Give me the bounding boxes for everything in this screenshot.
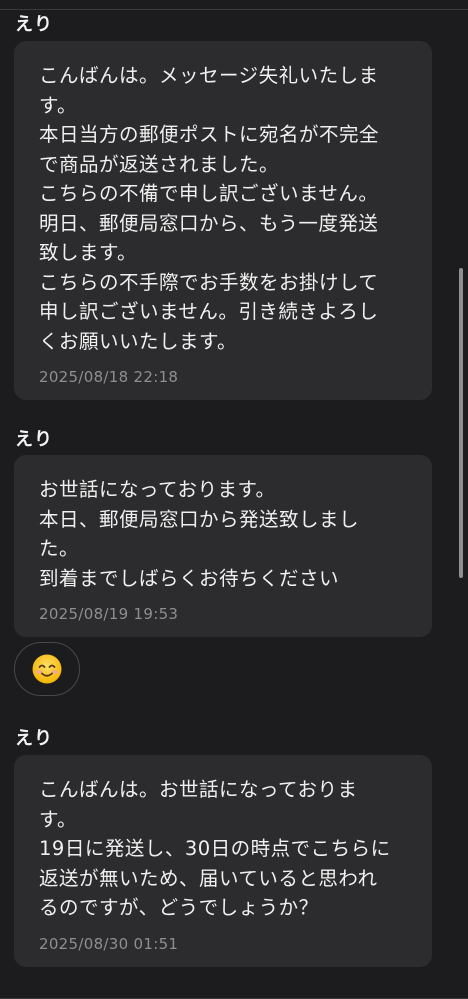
message-line: くお願いいたします。 [39, 329, 238, 353]
message-line: 到着までしばらくお待ちください [39, 566, 340, 590]
message-line: 致します。 [39, 241, 138, 264]
message-line: こちらの不手際でお手数をお掛けして [39, 270, 379, 294]
message-bubble[interactable]: こんばんは。お世話になっておりま す。 19日に発送し、30日の時点でこちらに … [14, 755, 432, 967]
message-line: 本日、郵便局窓口から発送致しまし [39, 507, 360, 531]
reaction-button[interactable] [14, 642, 80, 696]
message-timestamp: 2025/08/30 01:51 [39, 934, 179, 953]
message-line: 本日当方の郵便ポストに宛名が不完全 [39, 123, 380, 146]
sender-name: えり [15, 728, 53, 749]
message-line: こんばんは。お世話になっておりま [39, 778, 358, 801]
sender-name: えり [15, 429, 53, 450]
message-line: 明日、郵便局窓口から、もう一度発送 [39, 211, 379, 235]
sender-name: えり [15, 14, 53, 35]
message-timestamp: 2025/08/18 22:18 [39, 368, 179, 386]
message-line: で商品が返送されました。 [39, 152, 280, 176]
smiling-face-icon [32, 654, 62, 684]
message-timestamp: 2025/08/19 19:53 [39, 605, 179, 623]
message-line: す。 [39, 807, 78, 831]
message-line: こちらの不備で申し訳ございません。 [39, 182, 379, 205]
message-line: るのですが、どうでしょうか？ [39, 896, 319, 919]
message-line: 19日に発送し、30日の時点でこちらに [39, 837, 391, 860]
message-line: こんばんは。メッセージ失礼いたしま [39, 64, 379, 87]
chat-screen: えり こんばんは。メッセージ失礼いたしま す。 本日当方の郵便ポストに宛名が不完… [0, 0, 468, 999]
top-divider [0, 9, 468, 10]
message-line: す。 [39, 93, 78, 117]
message-line: 申し訳ございません。引き続きよろし [39, 300, 379, 323]
message-bubble[interactable]: こんばんは。メッセージ失礼いたしま す。 本日当方の郵便ポストに宛名が不完全 で… [14, 41, 432, 400]
scrollbar[interactable] [459, 268, 463, 578]
message-line: た。 [39, 537, 80, 560]
message-line: 返送が無いため、届いていると思われ [39, 866, 378, 890]
message-bubble[interactable]: お世話になっております。 本日、郵便局窓口から発送致しまし た。 到着までしばら… [14, 455, 432, 637]
message-line: お世話になっております。 [39, 478, 276, 501]
